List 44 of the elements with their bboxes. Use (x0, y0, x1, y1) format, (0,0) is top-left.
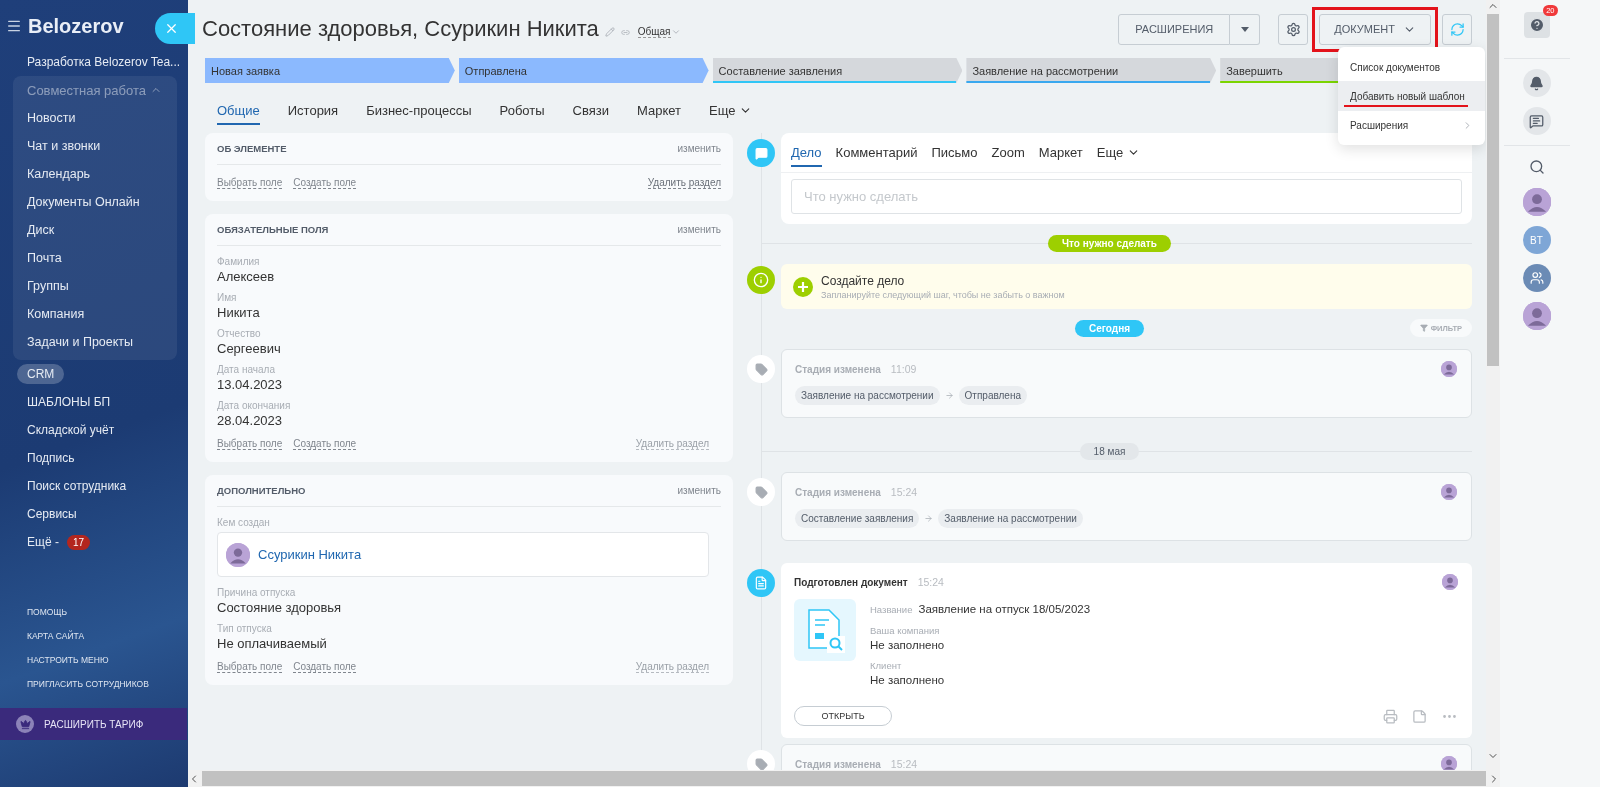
event-title: Стадия изменена (795, 486, 881, 498)
field-label: Причина отпуска (217, 587, 297, 598)
field-label: Ваша компания (870, 625, 940, 636)
stage-chip: Составление заявления (795, 509, 920, 528)
section-title: ОБЯЗАТЕЛЬНЫЕ ПОЛЯ (217, 224, 329, 235)
field-value: Не заполнено (870, 639, 946, 651)
field-label: Отчество (217, 328, 262, 339)
field-label: Дата начала (217, 364, 276, 375)
event-time: 15:24 (890, 486, 918, 498)
field-label: Тип отпуска (217, 623, 273, 634)
brand-logo: Belozerov (28, 14, 124, 38)
field-value: Никита (217, 305, 261, 320)
event-title: Стадия изменена (795, 363, 881, 375)
stage-chip: Отправлена (958, 386, 1027, 405)
event-title: Подготовлен документ (794, 576, 908, 588)
event-time: 11:09 (890, 363, 917, 375)
create-task-hint: Запланируйте следующий шаг, чтобы не забыть о важном (821, 289, 1065, 300)
count-badge: 17 (66, 534, 90, 550)
field-value: Не оплачиваемый (217, 636, 328, 651)
field-label: Дата окончания (217, 400, 292, 411)
field-value: 13.04.2023 (217, 377, 284, 392)
date-label: Сегодня (1075, 319, 1144, 337)
event-time: 15:24 (917, 576, 944, 588)
document-name: Заявление на отпуск 18/05/2023 (918, 603, 1091, 615)
section-label: Что нужно сделать (1048, 234, 1171, 252)
section-title: ОБ ЭЛЕМЕНТЕ (217, 143, 287, 154)
field-value: Сергеевич (217, 341, 282, 356)
event-time: 15:24 (890, 758, 918, 770)
field-value: Не заполнено (870, 674, 946, 686)
field-label: Клиент (870, 660, 902, 671)
stage-chip: Заявление на рассмотрении (795, 386, 940, 405)
field-label: Кем создан (217, 517, 271, 528)
page-title: Состояние здоровья, Ссурикин Никита (202, 16, 599, 42)
event-title: Стадия изменена (795, 758, 881, 770)
field-value: 28.04.2023 (217, 413, 284, 428)
date-label: 18 мая (1079, 442, 1140, 460)
section-title: ДОПОЛНИТЕЛЬНО (217, 485, 306, 496)
field-value: Состояние здоровья (217, 600, 343, 615)
field-label: Имя (217, 292, 238, 303)
field-value: Алексеев (217, 269, 276, 284)
create-task-title: Создайте дело (821, 273, 906, 288)
field-label: Название (870, 604, 913, 615)
stage-chip: Заявление на рассмотрении (938, 509, 1083, 528)
field-label: Фамилия (217, 256, 261, 267)
